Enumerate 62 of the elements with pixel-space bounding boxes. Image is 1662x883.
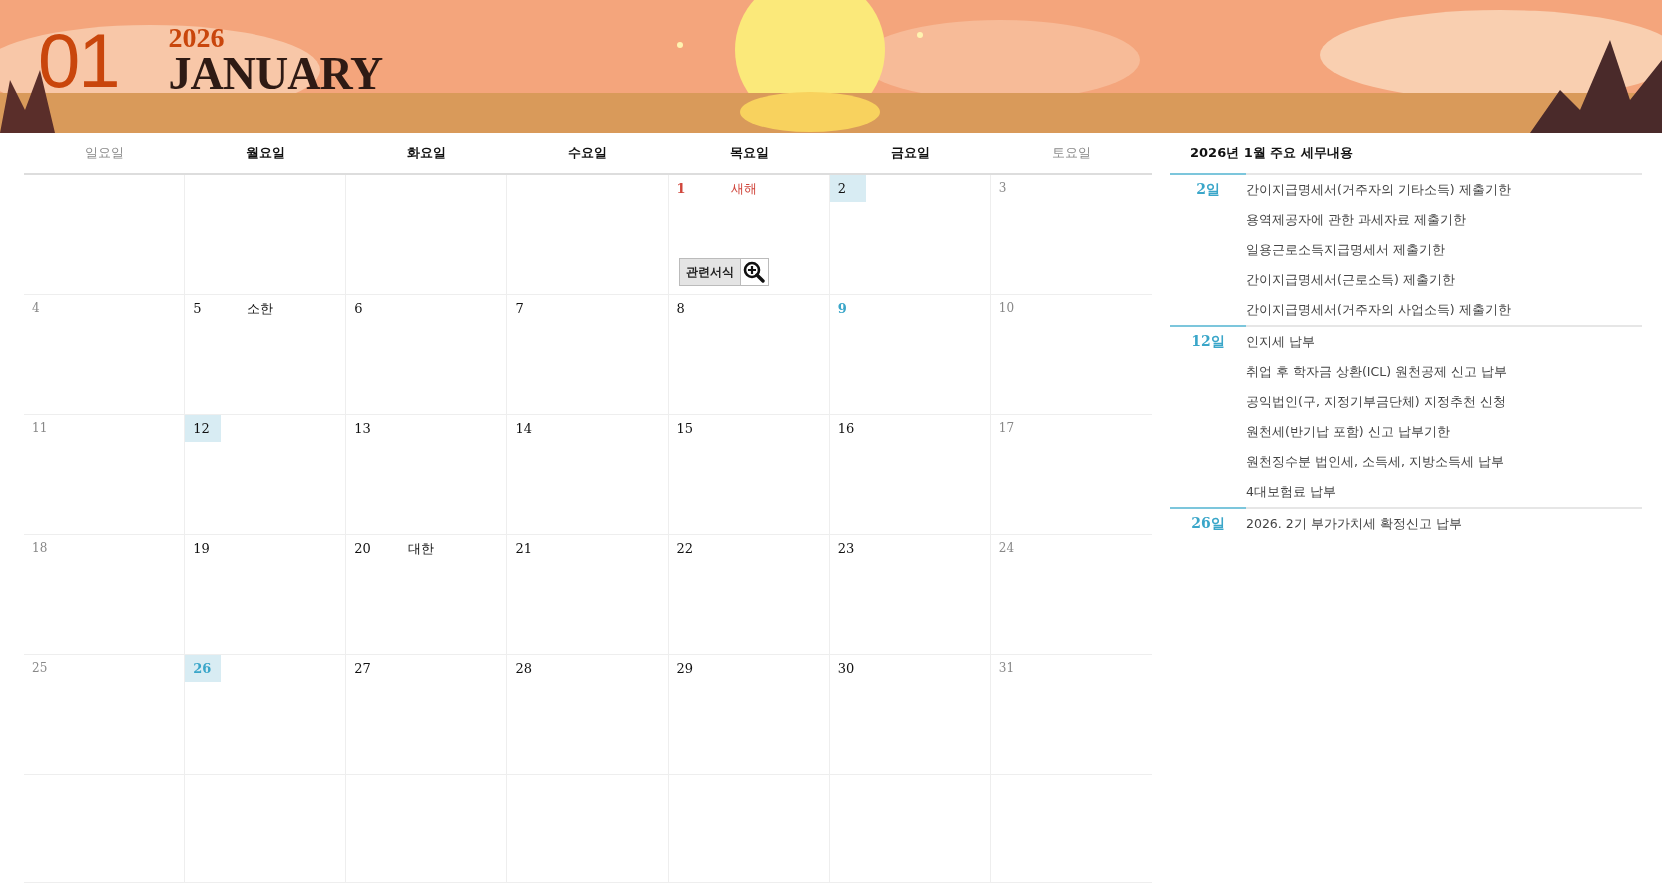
day-number: 16 [836, 420, 856, 438]
day-number: 22 [675, 540, 695, 558]
day-number: 14 [514, 420, 533, 438]
day-number: 19 [192, 540, 211, 558]
tax-date: 2일 [1170, 173, 1246, 325]
day-note: 새해 [730, 179, 757, 198]
tax-item: 일용근로소득지급명세서 제출기한 [1246, 241, 1446, 259]
day-number: 2 [829, 175, 866, 202]
day-number: 8 [675, 300, 686, 318]
tax-item: 원천세(반기납 포함) 신고 납부기한 [1246, 423, 1451, 441]
month-number: 01 [38, 26, 119, 96]
tax-date: 26일 [1170, 507, 1246, 539]
day-number: 29 [675, 660, 695, 678]
day-number: 12 [185, 415, 222, 442]
tax-item: 인지세 납부 [1246, 333, 1316, 351]
year: 2026 [168, 24, 226, 52]
tax-item: 4대보험료 납부 [1246, 483, 1337, 501]
day-number: 7 [514, 300, 525, 318]
day-number: 25 [31, 660, 49, 677]
weekday-header: 목요일 [728, 144, 770, 162]
day-number: 26 [185, 655, 222, 682]
tax-item: 용역제공자에 관한 과세자료 제출기한 [1246, 211, 1467, 229]
tax-item: 취업 후 학자금 상환(ICL) 원천공제 신고 납부 [1246, 363, 1507, 381]
day-note: 대한 [408, 539, 435, 558]
day-number: 21 [514, 540, 533, 558]
weekday-header: 토요일 [1050, 144, 1092, 162]
tax-item: 공익법인(구, 지정기부금단체) 지정추천 신청 [1246, 393, 1507, 411]
day-number: 5 [192, 300, 203, 318]
tax-date: 12일 [1170, 325, 1246, 507]
day-number: 3 [997, 180, 1008, 197]
day-number: 15 [675, 420, 695, 438]
day-number: 11 [31, 420, 49, 437]
weekday-header: 금요일 [889, 144, 931, 162]
day-number: 28 [514, 660, 533, 678]
weekday-header: 일요일 [84, 144, 126, 162]
day-number: 6 [353, 300, 364, 318]
day-number: 31 [997, 660, 1016, 677]
day-number: 30 [836, 660, 856, 678]
day-number: 1 [675, 180, 687, 198]
day-number: 13 [353, 420, 372, 438]
day-number: 27 [353, 660, 372, 678]
tax-item: 간이지급명세서(거주자의 기타소득) 제출기한 [1246, 181, 1511, 199]
panel-title: 2026년 1월 주요 세무내용 [1189, 144, 1354, 162]
weekday-header: 월요일 [245, 144, 287, 162]
day-number: 18 [31, 540, 49, 557]
weekday-header: 화요일 [406, 144, 448, 162]
day-number: 24 [997, 540, 1016, 557]
tax-item: 원천징수분 법인세, 소득세, 지방소득세 납부 [1246, 453, 1505, 471]
day-number: 4 [31, 300, 41, 317]
month-name: JANUARY [168, 52, 383, 96]
zoom-in-icon[interactable] [740, 258, 769, 286]
day-number: 23 [836, 540, 856, 558]
day-note: 소한 [247, 299, 274, 318]
day-number: 20 [353, 540, 372, 558]
day-number: 9 [836, 300, 848, 318]
weekday-header: 수요일 [567, 144, 609, 162]
forms-button[interactable]: 관련서식 [678, 258, 741, 286]
tax-item: 간이지급명세서(근로소득) 제출기한 [1246, 271, 1456, 289]
tax-item: 2026. 2기 부가가치세 확정신고 납부 [1246, 515, 1462, 533]
day-number: 17 [997, 420, 1016, 437]
tax-item: 간이지급명세서(거주자의 사업소득) 제출기한 [1246, 301, 1511, 319]
day-number: 10 [997, 300, 1016, 317]
